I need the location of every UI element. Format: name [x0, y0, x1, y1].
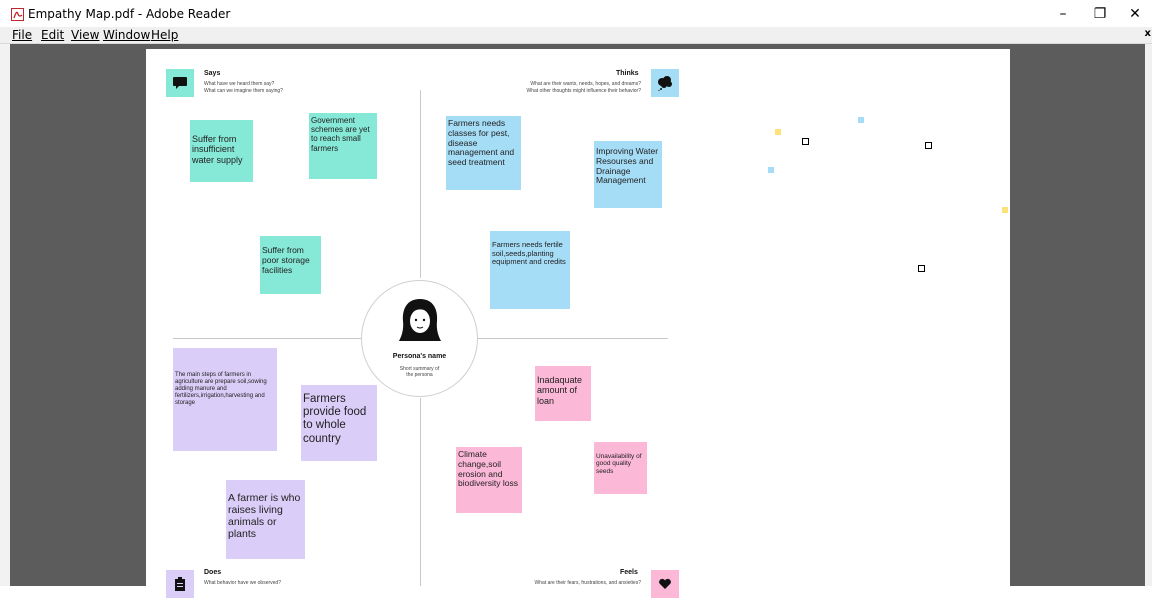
vertical-divider-bottom — [420, 398, 421, 586]
horizontal-divider-left — [173, 338, 361, 339]
says-subtitle: What have we heard them say? What can we… — [204, 81, 283, 94]
menu-file-label: File — [12, 28, 33, 42]
menu-window[interactable]: Window — [103, 28, 150, 42]
close-window-button[interactable]: ✕ — [1120, 3, 1150, 25]
speech-bubble-icon — [166, 69, 194, 97]
persona-avatar-icon — [399, 299, 441, 341]
sticky-note-feels-1[interactable]: Inadaquate amount of loan — [535, 366, 591, 421]
menu-help[interactable]: Help — [151, 28, 178, 42]
pdf-page-extension — [697, 49, 1010, 589]
persona-summary: Short summary of the persona — [399, 366, 440, 378]
menu-file[interactable]: File — [12, 28, 32, 42]
menu-edit[interactable]: Edit — [41, 28, 64, 42]
navigation-pane-strip[interactable] — [0, 44, 10, 586]
clipboard-icon — [166, 570, 194, 598]
selection-handle[interactable] — [802, 138, 809, 145]
thinks-subtitle: What are their wants, needs, hopes, and … — [526, 81, 641, 94]
menu-view[interactable]: View — [71, 28, 99, 42]
thinks-title: Thinks — [616, 70, 639, 77]
menu-edit-label: Edit — [41, 28, 65, 42]
sticky-note-feels-3[interactable]: Unavailability of good quality seeds — [594, 442, 647, 494]
sticky-note-says-2[interactable]: Government schemes are yet to reach smal… — [309, 113, 377, 179]
sticky-note-says-1[interactable]: Suffer from insufficient water supply — [190, 120, 253, 182]
sticky-note-thinks-3[interactable]: Farmers needs fertile soil,seeds,plantin… — [490, 231, 570, 309]
yellow-marker — [775, 129, 781, 135]
window-title: Empathy Map.pdf - Adobe Reader — [28, 7, 231, 21]
menu-bar: File Edit View Window Help x — [0, 27, 1152, 44]
sticky-note-does-2[interactable]: Farmers provide food to whole country — [301, 385, 377, 461]
menu-window-label: Window — [103, 28, 151, 42]
says-title: Says — [204, 70, 221, 77]
persona-name: Persona's name — [392, 353, 447, 360]
close-document-button[interactable]: x — [1145, 28, 1151, 39]
minimize-button[interactable]: – — [1048, 3, 1078, 25]
vertical-scrollbar[interactable] — [1145, 44, 1152, 586]
does-title: Does — [204, 569, 222, 576]
vertical-divider-top — [420, 90, 421, 278]
maximize-button[interactable]: ❐ — [1085, 3, 1115, 25]
horizontal-divider-right — [478, 338, 668, 339]
menu-view-label: View — [71, 28, 100, 42]
yellow-marker — [1002, 207, 1008, 213]
feels-title: Feels — [620, 569, 638, 576]
thought-cloud-icon — [651, 69, 679, 97]
adobe-reader-icon — [11, 8, 24, 21]
sticky-note-thinks-1[interactable]: Farmers needs classes for pest, disease … — [446, 116, 521, 190]
sticky-note-thinks-2[interactable]: Improving Water Resourses and Drainage M… — [594, 141, 662, 208]
menu-help-label: Help — [151, 28, 179, 42]
sticky-note-does-3[interactable]: A farmer is who raises living animals or… — [226, 480, 305, 559]
selection-handle[interactable] — [918, 265, 925, 272]
selection-handle[interactable] — [925, 142, 932, 149]
heart-icon — [651, 570, 679, 598]
sticky-note-says-3[interactable]: Suffer from poor storage facilities — [260, 236, 321, 294]
title-bar: Empathy Map.pdf - Adobe Reader – ❐ ✕ — [0, 0, 1152, 27]
blue-marker — [858, 117, 864, 123]
blue-marker — [768, 167, 774, 173]
sticky-note-feels-2[interactable]: Climate change,soil erosion and biodiver… — [456, 447, 522, 513]
sticky-note-does-1[interactable]: The main steps of farmers in agriculture… — [173, 348, 277, 451]
